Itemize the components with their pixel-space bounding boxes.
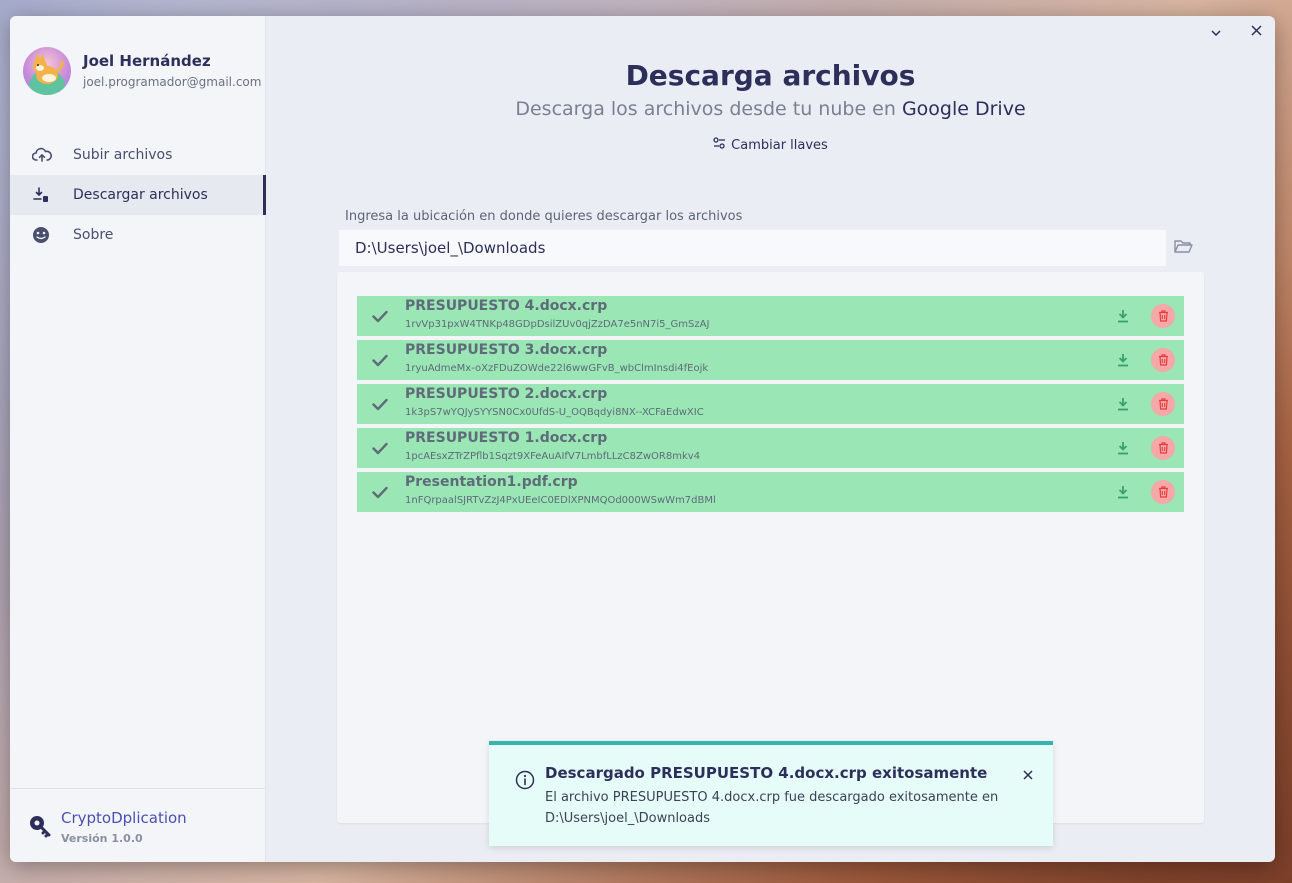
change-keys-label: Cambiar llaves: [731, 137, 828, 153]
sidebar-item-sobre[interactable]: Sobre: [10, 215, 265, 255]
trash-icon: [1158, 307, 1169, 326]
file-name: PRESUPUESTO 1.docx.crp: [405, 430, 608, 446]
chevron-down-icon: [1211, 21, 1221, 40]
file-name: PRESUPUESTO 2.docx.crp: [405, 386, 608, 402]
checkmark-icon: [372, 484, 388, 503]
trash-icon: [1158, 395, 1169, 414]
sidebar-item-subir-archivos[interactable]: Subir archivos: [10, 135, 265, 175]
checkmark-icon: [372, 440, 388, 459]
sidebar-nav: Subir archivos Descargar archivos Sobre: [10, 135, 266, 255]
success-toast: Descargado PRESUPUESTO 4.docx.crp exitos…: [489, 741, 1053, 846]
file-row: PRESUPUESTO 1.docx.crp 1pcAEsxZTrZPflb1S…: [357, 428, 1184, 468]
sidebar-item-label: Sobre: [73, 227, 114, 243]
checkmark-icon: [372, 352, 388, 371]
main-content: Descarga archivos Descarga los archivos …: [266, 16, 1275, 862]
user-name: Joel Hernández: [83, 52, 211, 70]
toast-description: El archivo PRESUPUESTO 4.docx.crp fue de…: [545, 790, 999, 826]
page-subtitle: Descarga los archivos desde tu nube en G…: [266, 98, 1275, 120]
file-list: PRESUPUESTO 4.docx.crp 1rvVp31pxW4TNKp48…: [357, 296, 1184, 516]
file-id: 1nFQrpaalSJRTvZzJ4PxUEeIC0EDlXPNMQOd000W…: [405, 495, 716, 506]
cloud-upload-icon: [32, 147, 72, 163]
toast-close-icon[interactable]: [1023, 765, 1033, 784]
file-id: 1ryuAdmeMx-oXzFDuZOWde22l6wwGFvB_wbClmIn…: [405, 363, 709, 374]
user-profile: Joel Hernández joel.programador@gmail.co…: [23, 47, 263, 97]
file-id: 1rvVp31pxW4TNKp48GDpDsilZUv0qjZzDA7e5nN7…: [405, 319, 710, 330]
trash-icon: [1158, 439, 1169, 458]
sidebar-item-label: Subir archivos: [73, 147, 173, 163]
app-version: Versión 1.0.0: [61, 832, 143, 845]
sidebar-item-label: Descargar archivos: [73, 187, 208, 203]
toast-title: Descargado PRESUPUESTO 4.docx.crp exitos…: [545, 764, 988, 782]
file-row: PRESUPUESTO 3.docx.crp 1ryuAdmeMx-oXzFDu…: [357, 340, 1184, 380]
sidebar-footer: CryptoDplication Versión 1.0.0: [10, 788, 265, 862]
download-path-input[interactable]: [339, 230, 1166, 266]
download-icon[interactable]: [1117, 484, 1129, 503]
delete-button[interactable]: [1151, 304, 1175, 328]
user-email: joel.programador@gmail.com: [83, 75, 262, 89]
change-keys-button[interactable]: Cambiar llaves: [266, 137, 1275, 153]
brand-name-part2: Dplication: [111, 809, 187, 827]
sidebar-item-descargar-archivos[interactable]: Descargar archivos: [10, 175, 266, 215]
delete-button[interactable]: [1151, 480, 1175, 504]
download-icon[interactable]: [1117, 308, 1129, 327]
subtitle-highlight: Google Drive: [901, 98, 1026, 120]
avatar: [23, 47, 71, 95]
file-id: 1k3pS7wYQJySYYSN0Cx0UfdS-U_OQBqdyi8NX--X…: [405, 407, 704, 418]
delete-button[interactable]: [1151, 392, 1175, 416]
checkmark-icon: [372, 308, 388, 327]
info-circle-icon: [515, 770, 535, 794]
download-file-icon: [32, 186, 72, 204]
trash-icon: [1158, 483, 1169, 502]
download-icon[interactable]: [1117, 396, 1129, 415]
folder-open-icon[interactable]: [1174, 239, 1193, 258]
brand-name-part1: Crypto: [61, 809, 112, 827]
file-row: PRESUPUESTO 2.docx.crp 1k3pS7wYQJySYYSN0…: [357, 384, 1184, 424]
download-icon[interactable]: [1117, 440, 1129, 459]
file-name: PRESUPUESTO 3.docx.crp: [405, 342, 608, 358]
key-logo-icon: [29, 815, 51, 843]
sidebar: Joel Hernández joel.programador@gmail.co…: [10, 16, 266, 862]
checkmark-icon: [372, 396, 388, 415]
file-name: PRESUPUESTO 4.docx.crp: [405, 298, 608, 314]
page-title: Descarga archivos: [625, 59, 916, 92]
file-name: Presentation1.pdf.crp: [405, 474, 578, 490]
minimize-button[interactable]: [1206, 20, 1226, 40]
subtitle-text: Descarga los archivos desde tu nube en: [515, 98, 902, 120]
trash-icon: [1158, 351, 1169, 370]
file-id: 1pcAEsxZTrZPflb1Sqzt9XFeAuAIfV7LmbfLLzC8…: [405, 451, 701, 462]
close-icon: [1250, 21, 1262, 40]
file-row: PRESUPUESTO 4.docx.crp 1rvVp31pxW4TNKp48…: [357, 296, 1184, 336]
close-window-button[interactable]: [1246, 20, 1266, 40]
app-window: Joel Hernández joel.programador@gmail.co…: [10, 16, 1275, 862]
settings-sliders-icon: [713, 137, 726, 153]
info-face-icon: [32, 226, 72, 244]
download-path-label: Ingresa la ubicación en donde quieres de…: [345, 209, 743, 224]
file-row: Presentation1.pdf.crp 1nFQrpaalSJRTvZzJ4…: [357, 472, 1184, 512]
delete-button[interactable]: [1151, 436, 1175, 460]
delete-button[interactable]: [1151, 348, 1175, 372]
app-brand-name: CryptoDplication: [61, 809, 187, 827]
download-icon[interactable]: [1117, 352, 1129, 371]
